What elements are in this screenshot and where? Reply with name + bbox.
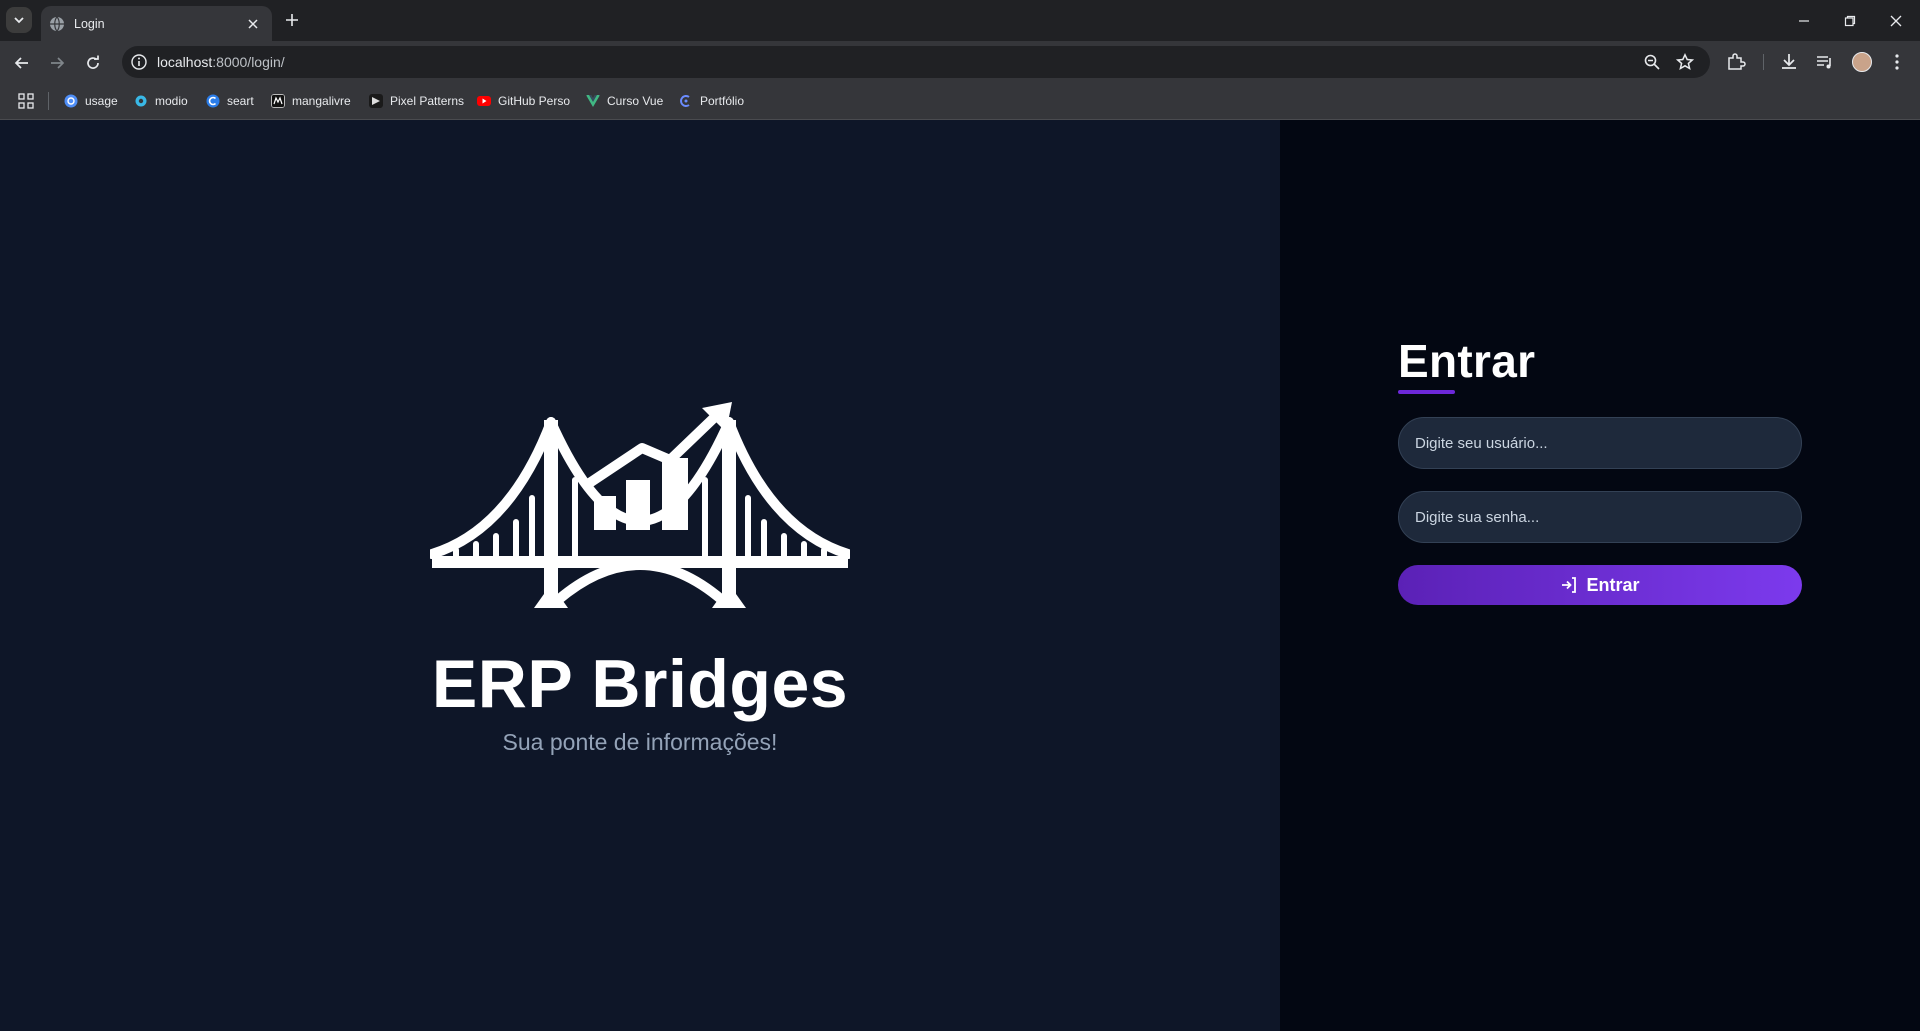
close-window-button[interactable] xyxy=(1873,0,1919,41)
browser-tabstrip: Login xyxy=(0,0,1920,41)
minimize-icon xyxy=(1799,19,1809,22)
tab-title: Login xyxy=(74,16,105,31)
address-bar[interactable]: localhost:8000/login/ xyxy=(122,46,1710,78)
arrow-left-icon xyxy=(14,57,28,69)
profile-avatar[interactable] xyxy=(1852,52,1872,72)
bookmark-label: Pixel Patterns xyxy=(390,94,465,108)
more-menu-icon[interactable] xyxy=(1887,52,1907,72)
bridge-chart-logo-icon xyxy=(430,402,850,608)
title-underline xyxy=(1398,390,1455,394)
login-arrow-icon xyxy=(1560,576,1578,594)
mangalivre-icon xyxy=(271,94,285,108)
forward-button[interactable] xyxy=(43,49,71,77)
login-title: Entrar xyxy=(1398,335,1536,387)
seart-icon xyxy=(206,94,220,108)
apps-grid-icon[interactable] xyxy=(18,93,34,109)
bookmark-modio[interactable]: modio xyxy=(134,92,188,110)
bookmark-seart[interactable]: seart xyxy=(206,92,254,110)
back-button[interactable] xyxy=(8,49,36,77)
brand-title: ERP Bridges xyxy=(431,646,849,722)
bookmark-label: modio xyxy=(155,94,188,108)
restore-button[interactable] xyxy=(1827,0,1873,41)
login-submit-button[interactable]: Entrar xyxy=(1398,565,1802,605)
login-form: Entrar Entrar xyxy=(1398,334,1802,605)
bookmarks-divider xyxy=(48,92,49,110)
brand-panel: ERP Bridges Sua ponte de informações! xyxy=(0,120,1280,1031)
bookmark-label: GitHub Perso xyxy=(498,94,571,108)
extensions-icon[interactable] xyxy=(1726,52,1746,72)
url-host: localhost xyxy=(157,54,213,70)
bookmark-label: Curso Vue xyxy=(607,94,664,108)
pixel-patterns-icon xyxy=(369,94,383,108)
globe-icon xyxy=(50,16,64,31)
login-submit-label: Entrar xyxy=(1586,574,1640,595)
bookmark-github-perso[interactable]: GitHub Perso xyxy=(477,92,570,110)
browser-toolbar: localhost:8000/login/ xyxy=(0,41,1920,83)
url-path: :8000/login/ xyxy=(212,54,285,70)
tab-search-button[interactable] xyxy=(6,7,32,33)
bookmark-usage[interactable]: usage xyxy=(64,92,118,110)
tab-close-button[interactable] xyxy=(244,15,262,33)
close-icon xyxy=(248,18,258,29)
tab-login[interactable]: Login xyxy=(41,6,272,41)
vue-icon xyxy=(586,95,600,107)
password-input[interactable] xyxy=(1398,491,1802,543)
toolbar-divider xyxy=(1763,54,1764,70)
reload-icon xyxy=(87,55,99,69)
zoom-icon[interactable] xyxy=(1643,53,1661,71)
site-info-icon[interactable] xyxy=(130,53,148,71)
bookmark-curso-vue[interactable]: Curso Vue xyxy=(586,92,663,110)
portfolio-icon xyxy=(680,95,690,107)
new-tab-button[interactable] xyxy=(281,9,303,31)
bookmark-pixel-patterns[interactable]: Pixel Patterns xyxy=(369,92,464,110)
username-input[interactable] xyxy=(1398,417,1802,469)
bookmark-star-icon[interactable] xyxy=(1676,53,1694,71)
media-queue-icon[interactable] xyxy=(1815,52,1835,72)
usage-icon xyxy=(64,94,78,108)
restore-icon xyxy=(1844,15,1856,26)
bookmark-label: seart xyxy=(227,94,254,108)
minimize-button[interactable] xyxy=(1781,0,1827,41)
bookmarks-bar: usage modio seart mangalivre Pixel Patte… xyxy=(0,83,1920,120)
plus-icon xyxy=(286,14,298,26)
bookmark-label: usage xyxy=(85,94,118,108)
arrow-right-icon xyxy=(51,57,65,69)
close-icon xyxy=(1890,15,1902,26)
bookmark-portfolio[interactable]: Portfólio xyxy=(679,92,744,110)
brand-subtitle: Sua ponte de informações! xyxy=(502,729,778,755)
url-text[interactable]: localhost:8000/login/ xyxy=(157,54,285,70)
youtube-icon xyxy=(477,96,491,106)
download-icon[interactable] xyxy=(1779,52,1799,72)
reload-button[interactable] xyxy=(79,49,107,77)
bookmark-label: Portfólio xyxy=(700,94,745,108)
chevron-down-icon xyxy=(14,17,24,24)
bookmark-label: mangalivre xyxy=(292,94,351,108)
bookmark-mangalivre[interactable]: mangalivre xyxy=(271,92,351,110)
modio-icon xyxy=(135,95,147,107)
